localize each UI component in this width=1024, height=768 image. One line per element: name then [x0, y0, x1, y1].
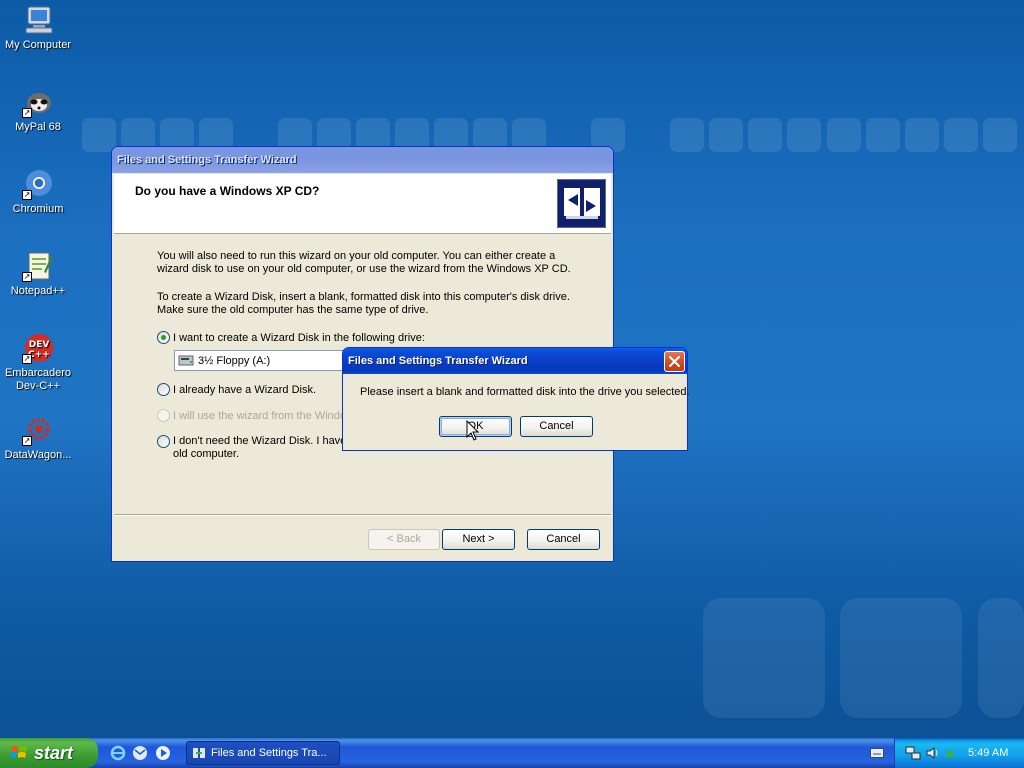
desktop-icon-notepadpp[interactable]: ↗ Notepad++: [2, 250, 74, 298]
radio-create-wizard-disk-label[interactable]: I want to create a Wizard Disk in the fo…: [173, 332, 425, 344]
radio-already-have-disk-label[interactable]: I already have a Wizard Disk.: [173, 384, 316, 396]
desktop-icon-my-computer[interactable]: My Computer: [2, 4, 74, 52]
drive-select[interactable]: 3½ Floppy (A:): [174, 350, 344, 371]
shortcut-arrow-icon: ↗: [22, 272, 32, 282]
wizard-paragraph-2: To create a Wizard Disk, insert a blank,…: [157, 291, 570, 303]
desktop-decoration: [703, 598, 825, 718]
taskbar-button-label: Files and Settings Tra...: [211, 747, 327, 759]
radio-use-windows-cd-label: I will use the wizard from the Windows: [173, 410, 360, 422]
shortcut-arrow-icon: ↗: [22, 354, 32, 364]
keyboard-icon[interactable]: [870, 748, 884, 758]
wizard-titlebar[interactable]: Files and Settings Transfer Wizard: [112, 147, 613, 173]
system-tray: 5:49 AM: [894, 738, 1024, 768]
devcpp-icon: DEV C++ ↗: [22, 332, 54, 364]
safely-remove-icon[interactable]: [943, 745, 957, 761]
wizard-paragraph-1: wizard disk to use on your old computer,…: [157, 263, 571, 275]
desktop-icon-label: DataWagon...: [4, 449, 72, 461]
start-button[interactable]: start: [0, 738, 98, 768]
desktop-icon-devcpp[interactable]: DEV C++ ↗ Embarcadero Dev-C++: [2, 332, 74, 393]
dialog-cancel-button[interactable]: Cancel: [520, 416, 593, 437]
desktop-decoration: [978, 598, 1024, 718]
computer-icon: [22, 4, 54, 36]
svg-text:DEV: DEV: [29, 340, 50, 350]
next-button[interactable]: Next >: [442, 529, 515, 550]
desktop-icon-label: Chromium: [12, 203, 64, 215]
desktop-icon-chromium[interactable]: ↗ Chromium: [2, 168, 74, 216]
outlook-express-icon[interactable]: [132, 745, 148, 761]
radio-no-wizard-disk[interactable]: [157, 435, 170, 448]
start-label: start: [34, 743, 74, 763]
datawagon-icon: ↗: [22, 414, 54, 446]
clock[interactable]: 5:49 AM: [968, 747, 1008, 759]
wizard-title: Files and Settings Transfer Wizard: [117, 154, 297, 166]
volume-icon[interactable]: [925, 745, 941, 761]
dialog-title: Files and Settings Transfer Wizard: [348, 355, 528, 367]
desktop-icon-label: MyPal 68: [15, 121, 61, 133]
shortcut-arrow-icon: ↗: [22, 108, 32, 118]
raccoon-icon: ↗: [22, 86, 54, 118]
desktop-icon-label: Embarcadero Dev-C++: [4, 367, 72, 392]
ie-icon[interactable]: [110, 745, 126, 761]
wizard-heading: Do you have a Windows XP CD?: [135, 184, 320, 198]
wizard-cancel-button[interactable]: Cancel: [527, 529, 600, 550]
drive-select-value: 3½ Floppy (A:): [198, 355, 271, 367]
dialog-message: Please insert a blank and formatted disk…: [360, 386, 690, 398]
radio-no-wizard-disk-label[interactable]: I don't need the Wizard Disk. I have: [173, 435, 346, 447]
desktop-icon-datawagon[interactable]: ↗ DataWagon...: [2, 414, 74, 462]
dialog-titlebar[interactable]: Files and Settings Transfer Wizard: [343, 348, 687, 374]
desktop-decoration: [840, 598, 962, 718]
transfer-wizard-small-icon: [192, 746, 206, 760]
wizard-paragraph-1: You will also need to run this wizard on…: [157, 250, 556, 262]
taskbar-button-transfer-wizard[interactable]: Files and Settings Tra...: [186, 741, 340, 765]
windows-logo-icon: [10, 745, 28, 761]
floppy-drive-icon: [178, 353, 194, 368]
close-button[interactable]: [664, 351, 685, 372]
desktop-icon-mypal[interactable]: ↗ MyPal 68: [2, 86, 74, 134]
media-player-icon[interactable]: [155, 745, 171, 761]
desktop-icon-label: Notepad++: [10, 285, 66, 297]
transfer-wizard-icon: [557, 179, 606, 228]
taskbar: start Files and Settings Tra... 5:49 AM: [0, 738, 1024, 768]
notepad-icon: ↗: [22, 250, 54, 282]
shortcut-arrow-icon: ↗: [22, 190, 32, 200]
radio-create-wizard-disk[interactable]: [157, 331, 170, 344]
desktop-icon-label: My Computer: [4, 39, 72, 51]
network-icon[interactable]: [905, 745, 921, 761]
radio-use-windows-cd: [157, 409, 170, 422]
wizard-separator: [114, 514, 611, 516]
radio-no-wizard-disk-label: old computer.: [173, 448, 240, 460]
radio-already-have-disk[interactable]: [157, 383, 170, 396]
shortcut-arrow-icon: ↗: [22, 436, 32, 446]
chromium-icon: ↗: [22, 168, 54, 200]
wizard-header: Do you have a Windows XP CD?: [114, 174, 611, 234]
close-icon: [668, 355, 681, 368]
wizard-paragraph-2: Make sure the old computer has the same …: [157, 304, 429, 316]
mouse-cursor-icon: [466, 419, 480, 442]
back-button[interactable]: < Back: [368, 529, 440, 550]
insert-disk-dialog: Files and Settings Transfer Wizard Pleas…: [342, 347, 690, 451]
